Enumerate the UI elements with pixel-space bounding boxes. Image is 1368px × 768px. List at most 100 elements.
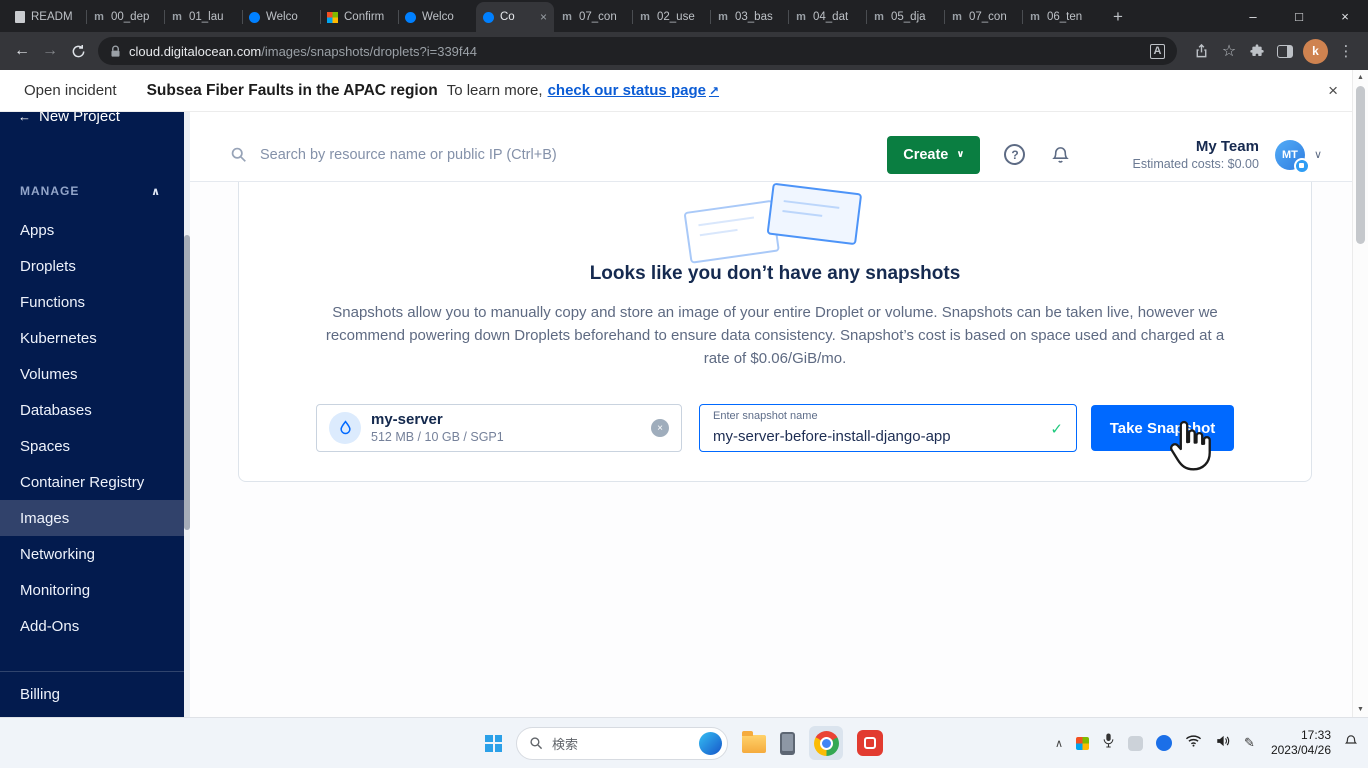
translate-icon[interactable]: A bbox=[1150, 43, 1165, 59]
side-panel-icon[interactable] bbox=[1271, 37, 1299, 65]
sidebar-item-monitoring[interactable]: Monitoring bbox=[0, 572, 190, 608]
browser-tab-bar: READM m 00_dep m 01_lau Welco Confirm Welc… bbox=[0, 0, 1368, 32]
sidebar-item-add-ons[interactable]: Add-Ons bbox=[0, 608, 190, 644]
browser-tab[interactable]: m 07_con bbox=[554, 2, 632, 32]
browser-tab[interactable]: Confirm bbox=[320, 2, 398, 32]
browser-tab[interactable]: m 05_dja bbox=[866, 2, 944, 32]
droplet-info: my-server 512 MB / 10 GB / SGP1 bbox=[371, 411, 504, 445]
sidebar-item-container-registry[interactable]: Container Registry bbox=[0, 464, 190, 500]
page-scrollbar[interactable]: ▲ ▼ bbox=[1352, 70, 1368, 717]
sidebar-item-volumes[interactable]: Volumes bbox=[0, 356, 190, 392]
ms-apps-icon[interactable] bbox=[1076, 736, 1090, 750]
extensions-puzzle-icon[interactable] bbox=[1243, 37, 1271, 65]
tab-close-icon[interactable]: × bbox=[540, 10, 547, 24]
browser-tab[interactable]: m 00_dep bbox=[86, 2, 164, 32]
forward-icon[interactable]: → bbox=[36, 37, 64, 65]
notification-bell-icon[interactable] bbox=[1344, 733, 1358, 753]
m-favicon-icon: m bbox=[1030, 11, 1040, 23]
chevron-down-icon[interactable]: ∨ bbox=[1314, 148, 1322, 161]
snapshot-name-input[interactable] bbox=[713, 426, 1038, 446]
taskbar-center: 検索 bbox=[485, 718, 883, 768]
search-icon bbox=[530, 737, 543, 750]
sidebar-item-databases[interactable]: Databases bbox=[0, 392, 190, 428]
status-link-text: check our status page bbox=[547, 82, 706, 99]
tab-title: 05_dja bbox=[891, 11, 926, 23]
hidden-icons-chevron[interactable]: ∧ bbox=[1055, 737, 1063, 750]
window-minimize-button[interactable]: – bbox=[1230, 0, 1276, 32]
blue-status-icon[interactable] bbox=[1156, 735, 1173, 751]
browser-menu-icon[interactable]: ⋮ bbox=[1332, 37, 1360, 65]
wifi-icon[interactable] bbox=[1185, 734, 1202, 752]
snapshot-name-field[interactable]: Enter snapshot name ✓ bbox=[699, 404, 1077, 452]
window-close-button[interactable]: × bbox=[1322, 0, 1368, 32]
sidebar-item-functions[interactable]: Functions bbox=[0, 284, 190, 320]
windows-start-icon[interactable] bbox=[485, 734, 502, 752]
pen-icon[interactable]: ✎ bbox=[1244, 735, 1255, 751]
sidebar-back-new-project[interactable]: ← New Project bbox=[0, 112, 190, 132]
browser-tab[interactable]: m 02_use bbox=[632, 2, 710, 32]
lock-icon bbox=[111, 45, 120, 57]
taskbar-clock[interactable]: 17:33 2023/04/26 bbox=[1271, 728, 1331, 758]
browser-tab[interactable]: READM bbox=[8, 2, 86, 32]
tab-title: 04_dat bbox=[813, 11, 849, 23]
tab-title: 00_dep bbox=[111, 11, 150, 23]
window-maximize-button[interactable]: □ bbox=[1276, 0, 1322, 32]
browser-tab-active[interactable]: Co × bbox=[476, 2, 554, 32]
browser-tab[interactable]: m 03_bas bbox=[710, 2, 788, 32]
sidebar-item-networking[interactable]: Networking bbox=[0, 536, 190, 572]
tab-title: 02_use bbox=[657, 11, 695, 23]
help-icon[interactable]: ? bbox=[1004, 144, 1026, 165]
browser-profile-avatar[interactable]: k bbox=[1303, 38, 1328, 64]
browser-tab[interactable]: m 07_con bbox=[944, 2, 1022, 32]
sidebar-item-apps[interactable]: Apps bbox=[0, 212, 190, 248]
sidebar-item-droplets[interactable]: Droplets bbox=[0, 248, 190, 284]
droplet-name: my-server bbox=[371, 411, 443, 428]
team-menu[interactable]: My Team Estimated costs: $0.00 bbox=[1132, 138, 1258, 171]
notifications-bell-icon[interactable] bbox=[1051, 145, 1070, 165]
file-explorer-icon[interactable] bbox=[742, 731, 766, 753]
red-app-icon[interactable] bbox=[857, 730, 883, 756]
sidebar-section-label: MANAGE bbox=[20, 184, 80, 198]
microphone-icon[interactable] bbox=[1102, 732, 1115, 754]
inactive-tray-icon[interactable] bbox=[1128, 735, 1144, 751]
chrome-taskbar-button[interactable] bbox=[809, 726, 843, 760]
snapshots-illustration bbox=[684, 183, 862, 264]
sidebar-nav: Apps Droplets Functions Kubernetes Volum… bbox=[0, 212, 190, 644]
app-layout: ← New Project MANAGE ∧ Apps Droplets Fun… bbox=[0, 112, 1368, 717]
bing-icon bbox=[699, 731, 722, 755]
clear-droplet-icon[interactable]: × bbox=[651, 419, 669, 437]
incident-title: Subsea Fiber Faults in the APAC region bbox=[146, 81, 438, 99]
share-icon[interactable] bbox=[1187, 37, 1215, 65]
taskbar-search-box[interactable]: 検索 bbox=[516, 726, 728, 760]
sidebar-item-kubernetes[interactable]: Kubernetes bbox=[0, 320, 190, 356]
avatar-initials: MT bbox=[1281, 148, 1298, 161]
browser-tab[interactable]: m 06_ten bbox=[1022, 2, 1100, 32]
back-icon[interactable]: ← bbox=[8, 37, 36, 65]
banner-close-icon[interactable]: × bbox=[1328, 81, 1338, 101]
system-tray: ∧ ✎ 17:33 2023/04/26 bbox=[1055, 718, 1358, 768]
sidebar-item-images[interactable]: Images bbox=[0, 500, 190, 536]
browser-tab[interactable]: m 01_lau bbox=[164, 2, 242, 32]
browser-tab[interactable]: Welco bbox=[242, 2, 320, 32]
reload-icon[interactable] bbox=[64, 37, 92, 65]
team-avatar[interactable]: MT bbox=[1274, 139, 1310, 174]
sidebar-item-billing[interactable]: Billing bbox=[0, 677, 190, 713]
scrollbar-up-icon[interactable]: ▲ bbox=[1353, 74, 1368, 81]
volume-icon[interactable] bbox=[1215, 734, 1231, 753]
search-icon bbox=[231, 147, 246, 162]
sidebar-section-manage[interactable]: MANAGE ∧ bbox=[0, 176, 190, 206]
scrollbar-thumb[interactable] bbox=[1356, 86, 1365, 244]
new-tab-button[interactable]: + bbox=[1104, 3, 1132, 31]
search-input[interactable] bbox=[260, 146, 874, 163]
bookmark-star-icon[interactable]: ☆ bbox=[1215, 37, 1243, 65]
status-page-link[interactable]: check our status page ↗ bbox=[548, 82, 719, 99]
scrollbar-down-icon[interactable]: ▼ bbox=[1353, 706, 1368, 713]
address-bar[interactable]: cloud.digitalocean.com/images/snapshots/… bbox=[98, 37, 1177, 65]
phone-link-icon[interactable] bbox=[780, 731, 795, 755]
selected-droplet-chip[interactable]: my-server 512 MB / 10 GB / SGP1 × bbox=[316, 404, 682, 452]
browser-tab[interactable]: m 04_dat bbox=[788, 2, 866, 32]
console-header: Create ∨ ? My Team Estimated costs: $0.00… bbox=[190, 112, 1368, 182]
browser-tab[interactable]: Welco bbox=[398, 2, 476, 32]
sidebar-item-spaces[interactable]: Spaces bbox=[0, 428, 190, 464]
create-button[interactable]: Create ∨ bbox=[887, 135, 981, 174]
